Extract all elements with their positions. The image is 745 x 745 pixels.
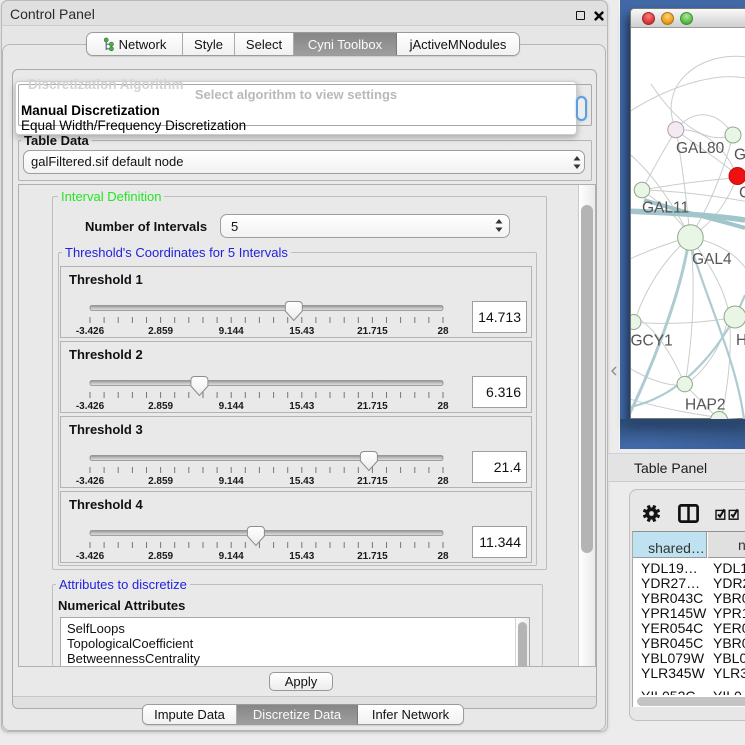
svg-text:-3.426: -3.426 [76,476,105,487]
svg-text:2.859: 2.859 [148,551,173,562]
svg-text:28: 28 [437,551,449,562]
svg-text:-3.426: -3.426 [76,401,105,412]
svg-text:C: C [739,185,745,202]
svg-text:9.144: 9.144 [219,326,244,337]
svg-text:9.144: 9.144 [219,401,244,412]
svg-text:-3.426: -3.426 [76,551,105,562]
svg-text:GA: GA [734,147,745,164]
svg-text:2.859: 2.859 [148,326,173,337]
svg-text:28: 28 [437,326,449,337]
svg-text:15.43: 15.43 [289,326,314,337]
svg-text:21.715: 21.715 [357,401,388,412]
svg-text:HAP2: HAP2 [685,397,726,414]
svg-text:2.859: 2.859 [148,401,173,412]
svg-text:15.43: 15.43 [289,401,314,412]
svg-text:15.43: 15.43 [289,476,314,487]
svg-text:GAL11: GAL11 [642,200,689,217]
svg-text:GAL80: GAL80 [676,140,725,157]
svg-text:-3.426: -3.426 [76,326,105,337]
svg-text:9.144: 9.144 [219,476,244,487]
svg-text:28: 28 [437,401,449,412]
svg-text:9.144: 9.144 [219,551,244,562]
svg-text:GCY1: GCY1 [631,333,673,350]
svg-text:GAL4: GAL4 [692,251,732,268]
svg-text:28: 28 [437,476,449,487]
svg-text:2.859: 2.859 [148,476,173,487]
svg-text:15.43: 15.43 [289,551,314,562]
svg-text:21.715: 21.715 [357,476,388,487]
svg-text:H: H [736,332,745,349]
svg-text:21.715: 21.715 [357,326,388,337]
svg-text:21.715: 21.715 [357,551,388,562]
